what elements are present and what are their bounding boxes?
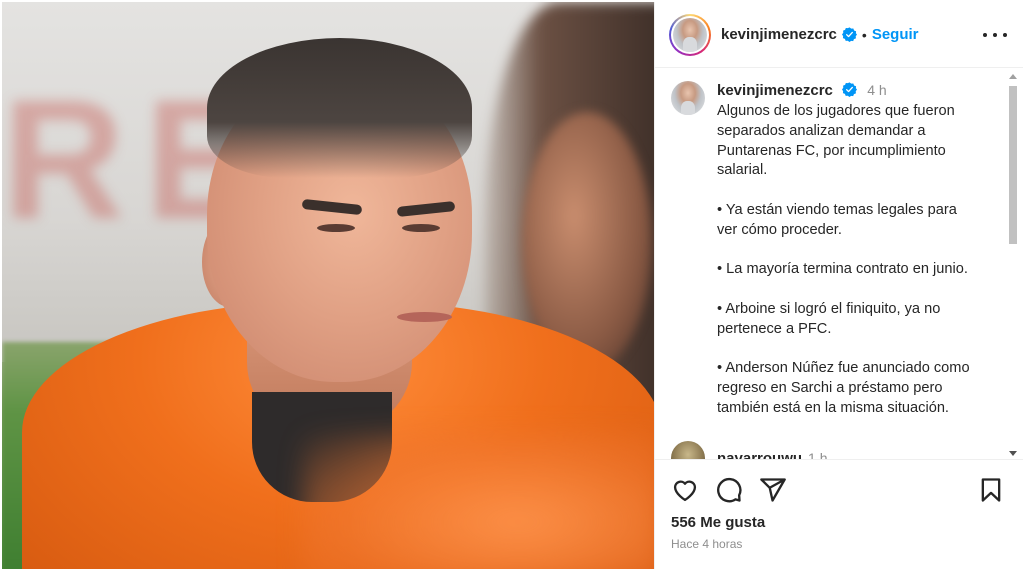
commenter-username[interactable]: navarrouwu — [717, 450, 802, 460]
caption-text: Algunos de los jugadores que fueron separ… — [717, 102, 1001, 419]
caption-line: regreso en Sarchi a préstamo pero — [717, 380, 943, 397]
post-caption: kevinjimenezcrc 4 h Algunos de los jugad… — [671, 81, 1001, 419]
comment-icon[interactable] — [715, 476, 743, 504]
caption-line: separados analizan demandar a — [717, 122, 926, 139]
caption-line: • Arboine si logró el finiquito, ya no — [717, 300, 941, 317]
scroll-down-arrow-icon[interactable] — [1009, 451, 1017, 456]
caption-line: • Ya están viendo temas legales para — [717, 201, 957, 218]
caption-line: • La mayoría termina contrato en junio. — [717, 261, 968, 278]
player-mouth — [397, 312, 452, 322]
scrollbar-thumb[interactable] — [1009, 86, 1017, 244]
caption-line: pertenece a PFC. — [717, 320, 832, 337]
likes-count[interactable]: 556 Me gusta — [671, 514, 765, 531]
heart-icon[interactable] — [671, 476, 699, 504]
caption-line: también está en la misma situación. — [717, 399, 949, 416]
player-hair — [207, 38, 472, 178]
commenter-avatar[interactable] — [671, 441, 705, 459]
verified-badge-icon — [841, 27, 857, 42]
right-eye — [402, 224, 440, 232]
follow-button[interactable]: Seguir — [872, 26, 919, 43]
more-options-icon[interactable] — [983, 24, 1007, 46]
post-header: kevinjimenezcrc • Seguir — [655, 2, 1023, 68]
story-ring[interactable] — [669, 13, 711, 56]
verified-badge-icon — [842, 82, 858, 97]
foreground-blur — [302, 432, 654, 569]
caption-line: Puntarenas FC, por incumplimiento — [717, 142, 946, 159]
bookmark-icon[interactable] — [977, 476, 1005, 504]
caption-line: Algunos de los jugadores que fueron — [717, 103, 955, 119]
author-avatar[interactable] — [673, 17, 707, 52]
comment-timestamp[interactable]: 1 h — [808, 450, 827, 459]
comments-section[interactable]: kevinjimenezcrc 4 h Algunos de los jugad… — [655, 69, 1023, 459]
caption-timestamp[interactable]: 4 h — [867, 82, 886, 98]
comment-item: navarrouwu 1 h — [671, 441, 828, 459]
comments-scrollbar[interactable] — [1008, 72, 1018, 458]
post-side-panel: kevinjimenezcrc • Seguir kevinjimenezcrc… — [654, 2, 1023, 569]
caption-author-avatar[interactable] — [671, 81, 705, 115]
left-eye — [317, 224, 355, 232]
caption-line: ver cómo proceder. — [717, 221, 842, 238]
scroll-up-arrow-icon[interactable] — [1009, 74, 1017, 79]
share-icon[interactable] — [759, 476, 787, 504]
post-actions: 556 Me gusta Hace 4 horas — [655, 459, 1023, 569]
separator-dot: • — [861, 26, 867, 43]
post-image[interactable]: REP — [2, 2, 654, 569]
author-username[interactable]: kevinjimenezcrc — [721, 26, 837, 43]
caption-line: salarial. — [717, 162, 768, 179]
post-timestamp[interactable]: Hace 4 horas — [671, 537, 742, 551]
caption-line: • Anderson Núñez fue anunciado como — [717, 360, 970, 377]
caption-username[interactable]: kevinjimenezcrc — [717, 82, 833, 99]
